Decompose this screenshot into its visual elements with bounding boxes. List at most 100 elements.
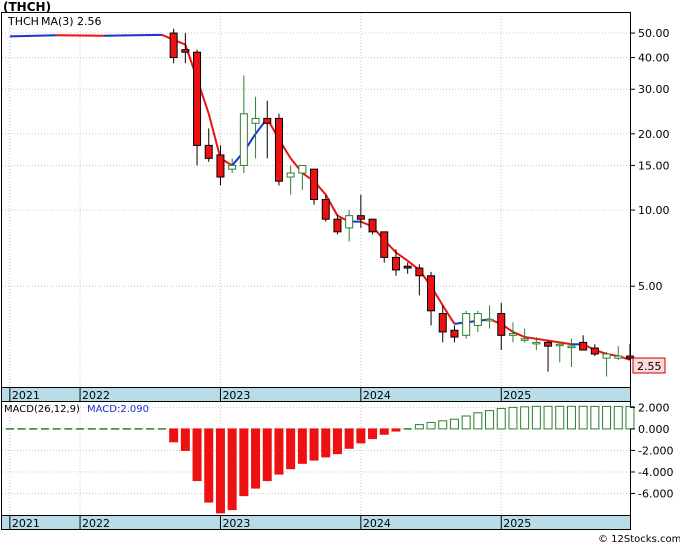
- macd-bar: [566, 405, 576, 430]
- macd-bar: [344, 428, 354, 449]
- candle-body: [497, 313, 506, 336]
- price-tick-label: 40.00: [638, 52, 670, 65]
- macd-bar: [356, 428, 366, 444]
- macd-bar: [321, 428, 331, 458]
- candle-body: [193, 51, 202, 146]
- candle-body: [532, 341, 541, 345]
- macd-bar: [274, 428, 284, 475]
- candle: [310, 168, 319, 205]
- macd-bar: [368, 428, 378, 440]
- candle-body: [555, 343, 564, 347]
- candle-body: [391, 256, 400, 271]
- candle-body: [169, 32, 178, 59]
- ma-segment: [103, 33, 162, 37]
- candle-body: [356, 215, 365, 220]
- last-price-value: 2.55: [637, 360, 662, 373]
- candle-body: [415, 267, 424, 277]
- candle: [274, 113, 283, 186]
- macd-bar: [531, 405, 541, 430]
- macd-bar: [602, 405, 612, 430]
- macd-bar: [309, 428, 319, 461]
- macd-bar: [391, 428, 401, 432]
- macd-tick-label: 2.000: [638, 401, 670, 414]
- ma-segment: [9, 34, 57, 38]
- candle-body: [520, 338, 529, 341]
- candle-body: [345, 215, 354, 229]
- candle-body: [462, 313, 471, 336]
- candle-body: [614, 355, 623, 359]
- last-price-tag: 2.55: [632, 357, 666, 374]
- macd-bar: [496, 407, 506, 430]
- year-label: 2025: [503, 517, 531, 530]
- candle-body: [181, 49, 190, 53]
- macd-bar: [286, 428, 296, 470]
- candle-body: [204, 144, 213, 159]
- candle-body: [274, 117, 283, 182]
- price-axis-ticks: 50.00 40.00 30.00 20.00 15.00 10.00 5.00: [630, 27, 670, 293]
- legend-ma-label: MA(3): [41, 15, 74, 28]
- macd-bar: [180, 428, 190, 451]
- candle: [169, 28, 178, 64]
- macd-bar: [379, 428, 389, 435]
- year-label: 2022: [82, 517, 110, 530]
- candle-body: [321, 199, 330, 220]
- candle-body: [508, 333, 517, 336]
- macd-bar: [239, 428, 249, 497]
- macd-axis-ticks: 2.000 0.000 -2.000 -4.000 -6.000: [630, 401, 673, 500]
- macd-bar: [426, 421, 436, 430]
- macd-bar: [520, 406, 530, 430]
- candle-body: [544, 341, 553, 347]
- macd-bar: [332, 428, 342, 455]
- macd-tick-label: 0.000: [638, 423, 670, 436]
- macd-bar: [473, 412, 483, 430]
- macd-bar: [251, 428, 261, 489]
- macd-bar: [508, 406, 518, 430]
- macd-bar: [449, 418, 459, 430]
- year-label: 2022: [82, 389, 110, 402]
- candle-body: [286, 172, 295, 178]
- candle-body: [239, 113, 248, 166]
- macd-tick-label: -6.000: [638, 487, 673, 500]
- candle-body: [333, 218, 342, 233]
- candle-body: [602, 353, 611, 359]
- macd-bar: [192, 428, 202, 482]
- price-tick-label: 20.00: [638, 128, 670, 141]
- candle-body: [567, 345, 576, 349]
- year-label: 2024: [363, 517, 391, 530]
- macd-bar: [590, 405, 600, 430]
- year-label: 2025: [503, 389, 531, 402]
- macd-bar: [543, 405, 553, 430]
- macd-tick-label: -2.000: [638, 444, 673, 457]
- candle-body: [228, 164, 237, 170]
- macd-bar: [262, 428, 272, 482]
- macd-bar: [578, 405, 588, 430]
- macd-bar: [613, 405, 623, 430]
- chart-title: (THCH): [3, 0, 51, 14]
- macd-bar: [555, 405, 565, 430]
- candle-body: [263, 117, 272, 124]
- candle-body: [403, 265, 412, 269]
- candle-body: [625, 355, 634, 359]
- legend-ticker: THCH: [7, 15, 39, 28]
- candle-body: [427, 275, 436, 312]
- year-label: 2023: [222, 517, 250, 530]
- candle-body: [298, 164, 307, 174]
- price-tick-label: 5.00: [638, 280, 663, 293]
- candle-body: [579, 341, 588, 351]
- price-tick-label: 50.00: [638, 27, 670, 40]
- stock-chart: 50.00 40.00 30.00 20.00 15.00 10.00 5.00 (THCH…: [1, 0, 680, 545]
- candle-body: [368, 218, 377, 233]
- candle-body: [450, 329, 459, 338]
- candle: [368, 218, 377, 235]
- macd-bar: [414, 424, 424, 430]
- macd-bar: [438, 420, 448, 430]
- candle-body: [473, 313, 482, 326]
- macd-tick-label: -4.000: [638, 466, 673, 479]
- candle-body: [590, 347, 599, 355]
- legend-ma-value: 2.56: [77, 15, 102, 28]
- year-label: 2021: [12, 517, 40, 530]
- macd-bar: [204, 428, 214, 503]
- candle-body: [438, 313, 447, 333]
- candle-body: [380, 231, 389, 258]
- candle-body: [251, 117, 260, 124]
